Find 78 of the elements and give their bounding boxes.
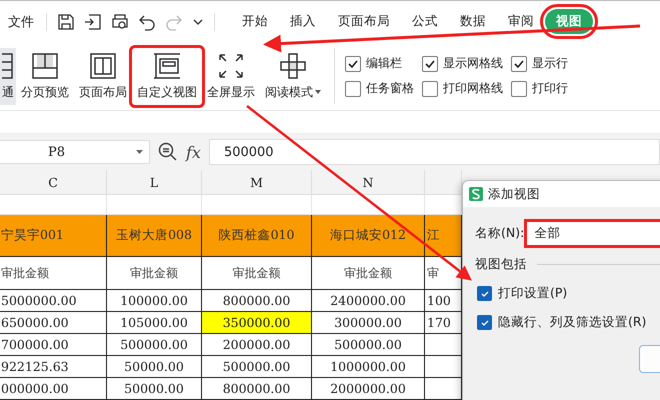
app-logo-icon xyxy=(469,187,483,201)
table-cell: 500000.00 xyxy=(202,356,312,378)
option-checkbox[interactable]: 任务窗格 xyxy=(345,80,414,97)
group-label: 视图包括 xyxy=(475,256,527,273)
table-cell: 800000.00 xyxy=(202,378,312,400)
zoom-out-icon[interactable] xyxy=(158,142,178,162)
view-button[interactable]: 通 xyxy=(0,48,16,104)
table-cell: 650000.00 xyxy=(0,312,107,334)
option-checkbox[interactable]: 显示网格线 xyxy=(422,55,503,72)
table-cell: 宁昊宇001 xyxy=(0,215,107,257)
function-label[interactable]: fx xyxy=(186,142,201,162)
print-preview-icon[interactable] xyxy=(111,12,129,30)
view-button[interactable]: 页面布局 xyxy=(74,48,132,104)
table-cell: 700000.00 xyxy=(0,334,107,356)
table-cell: 玉树大唐008 xyxy=(107,215,202,257)
ribbon-tab[interactable]: 页面布局 xyxy=(327,9,401,34)
grid-icon xyxy=(2,52,14,80)
table-cell: 江 xyxy=(425,215,462,257)
table-cell: 审批金额 xyxy=(202,257,312,290)
table-cell: 5000000.00 xyxy=(0,290,107,312)
view-button[interactable]: 分页预览 xyxy=(16,48,74,104)
option-checkbox[interactable]: 编辑栏 xyxy=(345,55,414,72)
ribbon-tab[interactable]: 审阅 xyxy=(497,9,545,34)
formula-field[interactable]: 500000 xyxy=(208,139,660,165)
table-cell: 1000000.00 xyxy=(312,356,425,378)
table-cell: 审批金额 xyxy=(107,257,202,290)
dialog-title: 添加视图 xyxy=(488,186,540,202)
table-cell: 审批金额 xyxy=(312,257,425,290)
option-checkbox[interactable]: 打印网格线 xyxy=(422,80,503,97)
caret-icon xyxy=(315,90,321,94)
name-label: 名称(N): xyxy=(475,225,524,242)
table-cell: 200000.00 xyxy=(202,334,312,356)
export-icon[interactable] xyxy=(84,12,102,30)
view-button[interactable]: 阅读模式 xyxy=(260,48,326,104)
check-icon xyxy=(424,58,436,70)
check-icon xyxy=(347,58,359,70)
table-cell: 50000.00 xyxy=(107,378,202,400)
cross-icon xyxy=(279,52,307,80)
table-cell: 2400000.00 xyxy=(312,290,425,312)
table-cell: 2000000.00 xyxy=(312,378,425,400)
caret-icon[interactable] xyxy=(136,150,143,154)
ribbon-tab[interactable]: 公式 xyxy=(401,9,449,34)
include-checkbox[interactable]: 隐藏行、列及筛选设置(R) xyxy=(477,314,660,331)
undo-icon[interactable] xyxy=(138,12,156,30)
view-button[interactable]: 全屏显示 xyxy=(202,48,260,104)
table-cell: 海口城安012 xyxy=(312,215,425,257)
table-cell: 陕西桩鑫010 xyxy=(202,215,312,257)
ribbon-tab[interactable]: 开始 xyxy=(231,9,279,34)
ribbon-tab[interactable]: 数据 xyxy=(449,9,497,34)
name-input[interactable]: 全部 xyxy=(526,221,660,246)
include-checkbox[interactable]: 打印设置(P) xyxy=(477,285,660,302)
check-icon xyxy=(480,318,490,328)
page-break-icon xyxy=(31,52,59,80)
table-cell: 922125.63 xyxy=(0,356,107,378)
save-icon[interactable] xyxy=(57,12,75,30)
column-header[interactable]: L xyxy=(107,170,202,194)
option-checkbox[interactable]: 打印行 xyxy=(511,80,568,97)
file-menu[interactable]: 文件 xyxy=(8,12,47,30)
table-cell: 50000.00 xyxy=(107,356,202,378)
table-cell: 350000.00 xyxy=(202,312,312,334)
column-header[interactable]: N xyxy=(312,170,425,194)
table-cell: 500000.00 xyxy=(107,334,202,356)
table-cell: 300000.00 xyxy=(312,312,425,334)
window-icon xyxy=(152,52,182,80)
check-icon xyxy=(480,288,490,298)
ribbon-tab[interactable]: 插入 xyxy=(279,9,327,34)
table-cell: 100000.00 xyxy=(107,290,202,312)
option-checkbox[interactable]: 显示行 xyxy=(511,55,568,72)
name-box[interactable]: P8 xyxy=(0,140,150,164)
table-cell: 500000.00 xyxy=(312,334,425,356)
table-cell: 000000.00 xyxy=(0,378,107,400)
columns-icon xyxy=(89,52,117,80)
column-header[interactable]: M xyxy=(202,170,312,194)
check-icon xyxy=(513,58,525,70)
expand-icon xyxy=(217,52,245,80)
view-button[interactable]: 自定义视图 xyxy=(132,48,202,104)
table-cell: 审批金额 xyxy=(0,257,107,290)
column-header[interactable]: C xyxy=(0,170,107,194)
